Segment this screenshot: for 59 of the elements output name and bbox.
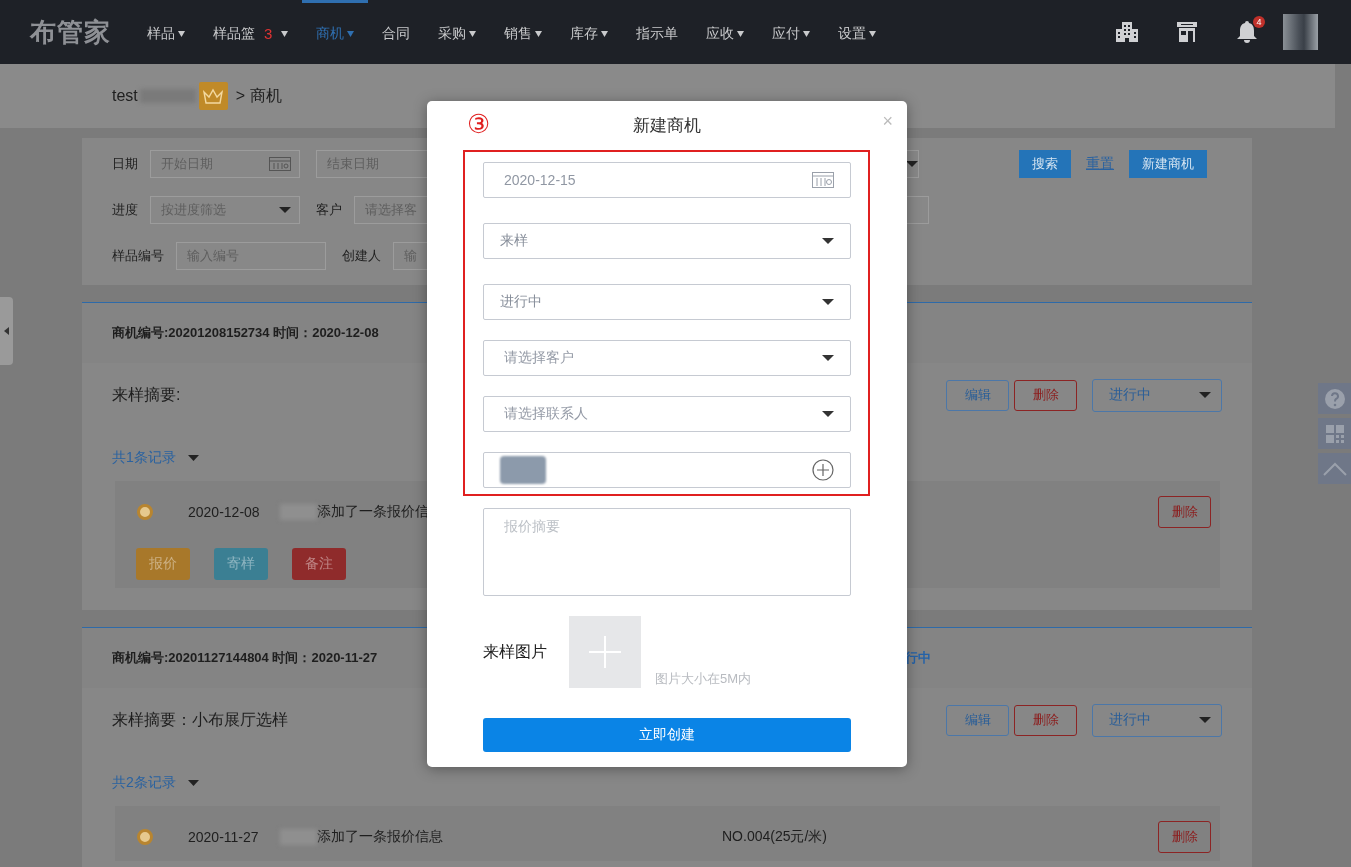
nav-menu-item[interactable]: 样品 bbox=[133, 0, 199, 64]
delete-button[interactable]: 删除 bbox=[1158, 496, 1211, 528]
edit-button[interactable]: 编辑 bbox=[946, 379, 1009, 411]
breadcrumb-separator: > bbox=[235, 87, 246, 105]
nav-menu-item[interactable]: 应收 bbox=[692, 0, 759, 64]
summary-textarea[interactable]: 报价摘要 bbox=[483, 508, 851, 596]
delete-button[interactable]: 删除 bbox=[1014, 704, 1077, 736]
select-field[interactable]: 来样 bbox=[483, 223, 851, 259]
nav-menu-item[interactable]: 样品篮 3 bbox=[199, 0, 303, 64]
status-select[interactable]: 进行中 bbox=[1092, 703, 1222, 737]
entry-text: 添加了一条报价信息 bbox=[317, 828, 444, 846]
filter-label: 客户 bbox=[316, 201, 342, 219]
reset-link[interactable]: 重置 bbox=[1086, 155, 1114, 173]
delete-button[interactable]: 删除 bbox=[1014, 379, 1077, 411]
select-field[interactable]: 进行中 bbox=[483, 284, 851, 320]
dialog-title: 新建商机 bbox=[633, 115, 701, 137]
close-button[interactable]: × bbox=[882, 111, 893, 131]
nav-menu-item[interactable]: 指示单 bbox=[622, 0, 693, 64]
notification-badge: 4 bbox=[1253, 16, 1265, 28]
filter-label: 样品编号 bbox=[112, 247, 164, 265]
nav-menu-item[interactable]: 合同 bbox=[368, 0, 425, 64]
record-id-time: 商机编号:20201208152734 时间：2020-12-08 bbox=[112, 324, 380, 342]
sample-summary: 来样摘要: bbox=[112, 384, 181, 405]
action-button[interactable]: 新建商机 bbox=[1129, 150, 1207, 178]
action-button[interactable]: 搜索 bbox=[1019, 150, 1071, 178]
date-field[interactable]: 2020-12-15 bbox=[483, 162, 851, 198]
nav-menu-item[interactable]: 应付 bbox=[758, 0, 825, 64]
nav-menu-item[interactable]: 销售 bbox=[490, 0, 557, 64]
select-field[interactable]: 请选择联系人 bbox=[483, 396, 851, 432]
records-toggle[interactable]: 共2条记录 bbox=[112, 774, 199, 792]
nav-menu-item[interactable]: 采购 bbox=[424, 0, 491, 64]
filter-label: 创建人 bbox=[342, 247, 381, 265]
entry-action-button[interactable]: 备注 bbox=[292, 548, 346, 580]
nav-menu-item[interactable]: 设置 bbox=[824, 0, 891, 64]
basket-count: 3 bbox=[264, 25, 273, 42]
entry-date: 2020-11-27 bbox=[188, 829, 260, 845]
step-annotation: ③ bbox=[467, 109, 491, 139]
app-logo: 布管家 bbox=[30, 15, 111, 49]
notification-button[interactable]: 4 bbox=[1217, 0, 1277, 64]
entry-detail: NO.004(25元/米) bbox=[722, 828, 828, 846]
entry-text: 添加了一条报价信 bbox=[317, 503, 430, 521]
edit-button[interactable]: 编辑 bbox=[946, 704, 1009, 736]
records-toggle[interactable]: 共1条记录 bbox=[112, 449, 199, 467]
create-button[interactable]: 立即创建 bbox=[483, 718, 851, 752]
user-name: test bbox=[112, 87, 138, 105]
delete-button[interactable]: 删除 bbox=[1158, 821, 1211, 853]
nav-menu-item[interactable]: 库存 bbox=[556, 0, 623, 64]
select-field[interactable]: 请选择客户 bbox=[483, 340, 851, 376]
sample-summary: 来样摘要：小布展厅选样 bbox=[112, 709, 288, 730]
status-select[interactable]: 进行中 bbox=[1092, 378, 1222, 412]
record-id-time: 商机编号:20201127144804 时间：2020-11-27 bbox=[112, 649, 379, 667]
entry-action-button[interactable]: 报价 bbox=[136, 548, 190, 580]
image-label: 来样图片 bbox=[483, 642, 548, 662]
entry-date: 2020-12-08 bbox=[188, 504, 261, 520]
breadcrumb-current: 商机 bbox=[250, 85, 283, 106]
filter-label: 日期 bbox=[112, 155, 138, 173]
entry-action-button[interactable]: 寄样 bbox=[214, 548, 268, 580]
filter-label: 进度 bbox=[112, 201, 138, 219]
image-hint: 图片大小在5M内 bbox=[655, 670, 752, 688]
